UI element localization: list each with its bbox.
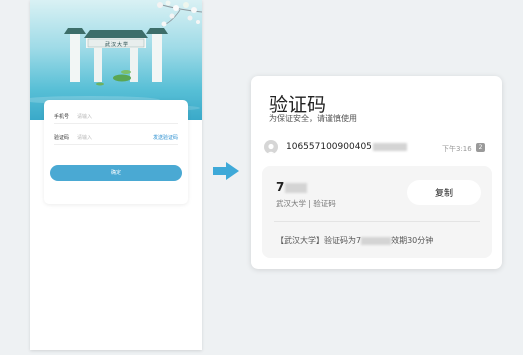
sender-number-text: 106557100900405 [286,142,372,152]
verification-code-text: 7 [276,180,285,194]
login-screen: 武汉大学 手机号 验证码 发送验证码 确定 [30,0,202,350]
arrow-right-icon [213,162,239,180]
code-input[interactable] [77,131,135,145]
send-code-link[interactable]: 发送验证码 [153,131,178,145]
sender-avatar [264,140,278,154]
redacted-block [285,182,308,193]
person-icon [266,143,276,154]
sms-message-card: 验证码 为保证安全，请谨慎使用 106557100900405 下午3:16 2… [251,76,502,269]
sim-badge: 2 [476,143,485,152]
sender-number: 106557100900405 [286,142,407,152]
message-suffix: 效期30分钟 [391,236,434,245]
confirm-button[interactable]: 确定 [50,165,182,181]
redacted-block [361,236,392,245]
phone-row: 手机号 [54,110,178,124]
sms-message-text: 【武汉大学】验证码为7 效期30分钟 [276,235,433,246]
phone-label: 手机号 [54,114,70,120]
sms-subtitle: 为保证安全，请谨慎使用 [269,114,357,123]
code-source: 武汉大学 | 验证码 [276,199,336,208]
code-label: 验证码 [54,135,70,141]
login-form: 手机号 验证码 发送验证码 确定 [44,100,188,204]
message-prefix: 【武汉大学】验证码为7 [276,236,362,245]
divider [54,123,178,124]
divider [274,221,480,222]
copy-button[interactable]: 复制 [407,180,481,205]
redacted-block [372,142,407,151]
verification-code: 7 [276,180,308,194]
gate-inscription: 武汉大学 [104,42,129,48]
message-time: 下午3:16 [442,145,472,153]
verification-code-card: 7 武汉大学 | 验证码 复制 【武汉大学】验证码为7 效期30分钟 [262,166,492,258]
divider [54,144,178,145]
code-row: 验证码 发送验证码 [54,131,178,145]
phone-input[interactable] [77,110,135,124]
